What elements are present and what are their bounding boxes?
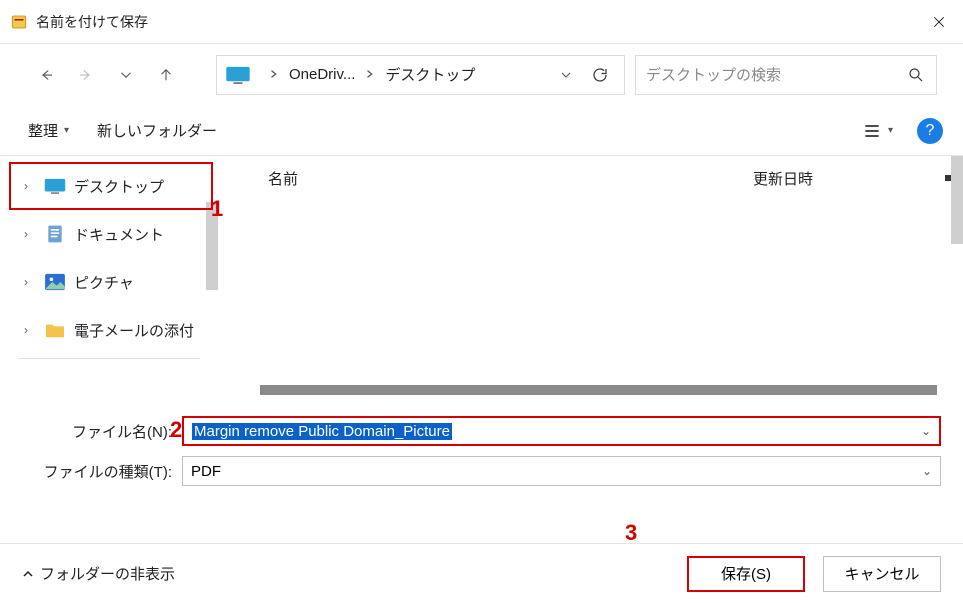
- chevron-right-icon: [365, 68, 375, 82]
- tree-label: デスクトップ: [74, 176, 164, 197]
- nav-row: OneDriv... デスクトップ デスクトップの検索: [0, 44, 963, 106]
- hide-folders-toggle[interactable]: フォルダーの非表示: [22, 563, 175, 584]
- hide-folders-label: フォルダーの非表示: [40, 563, 175, 584]
- crumb-desktop[interactable]: デスクトップ: [385, 64, 475, 85]
- folder-icon: [44, 320, 66, 340]
- crumb-onedrive[interactable]: OneDriv...: [289, 66, 355, 83]
- tree-item-email-attachments[interactable]: › 電子メールの添付: [0, 306, 218, 354]
- app-icon: [10, 13, 28, 31]
- tree-item-pictures[interactable]: › ピクチャ: [0, 258, 218, 306]
- help-button[interactable]: ?: [917, 118, 943, 144]
- save-label: 保存(S): [721, 563, 771, 584]
- close-button[interactable]: [915, 0, 963, 44]
- monitor-icon: [44, 176, 66, 196]
- filename-value: Margin remove Public Domain_Picture: [192, 423, 452, 440]
- refresh-button[interactable]: [586, 66, 614, 84]
- annotation-number-3: 3: [625, 520, 637, 546]
- chevron-right-icon: ›: [24, 179, 36, 193]
- filename-input[interactable]: Margin remove Public Domain_Picture ⌄: [182, 416, 941, 446]
- tree-item-desktop[interactable]: › デスクトップ: [0, 162, 218, 210]
- save-button[interactable]: 保存(S): [687, 556, 805, 592]
- folder-tree: › デスクトップ › ドキュメント › ピクチャ › 電子メールの添付: [0, 156, 218, 403]
- forward-button[interactable]: [66, 55, 106, 95]
- column-date[interactable]: 更新日時: [753, 168, 933, 189]
- chevron-down-icon: ▾: [64, 125, 69, 136]
- bottom-bar: フォルダーの非表示 保存(S) キャンセル: [0, 543, 963, 603]
- filename-label: ファイル名(N):: [22, 421, 182, 442]
- chevron-right-icon: ›: [24, 323, 36, 337]
- view-menu[interactable]: ▾: [862, 121, 893, 141]
- tree-label: 電子メールの添付: [74, 320, 194, 341]
- list-view-icon: [862, 121, 882, 141]
- chevron-down-icon[interactable]: ⌄: [921, 424, 931, 438]
- search-placeholder: デスクトップの検索: [646, 64, 906, 85]
- new-folder-button[interactable]: 新しいフォルダー: [97, 120, 217, 141]
- chevron-down-icon: ▾: [888, 125, 893, 136]
- picture-icon: [44, 272, 66, 292]
- column-headers: 名前 更新日時: [218, 156, 963, 200]
- tree-label: ピクチャ: [74, 272, 134, 293]
- toolbar: 整理 ▾ 新しいフォルダー ▾ ?: [0, 106, 963, 156]
- back-button[interactable]: [26, 55, 66, 95]
- new-folder-label: 新しいフォルダー: [97, 120, 217, 141]
- document-icon: [44, 224, 66, 244]
- column-name[interactable]: 名前: [268, 168, 753, 189]
- monitor-icon: [225, 65, 251, 85]
- breadcrumb-dropdown[interactable]: [552, 67, 580, 83]
- filetype-value: PDF: [191, 463, 221, 480]
- window-title: 名前を付けて保存: [36, 12, 148, 32]
- organize-label: 整理: [28, 120, 58, 141]
- save-fields: ファイル名(N): Margin remove Public Domain_Pi…: [0, 403, 963, 491]
- cancel-label: キャンセル: [844, 563, 919, 584]
- tree-label: ドキュメント: [74, 224, 164, 245]
- main-area: › デスクトップ › ドキュメント › ピクチャ › 電子メールの添付 名前 更…: [0, 156, 963, 403]
- chevron-down-icon[interactable]: ⌄: [922, 464, 932, 478]
- up-button[interactable]: [146, 55, 186, 95]
- tree-item-documents[interactable]: › ドキュメント: [0, 210, 218, 258]
- recent-dropdown[interactable]: [106, 55, 146, 95]
- cancel-button[interactable]: キャンセル: [823, 556, 941, 592]
- horizontal-scrollbar[interactable]: [260, 385, 937, 395]
- divider: [18, 358, 200, 359]
- organize-menu[interactable]: 整理 ▾: [28, 120, 69, 141]
- file-list: 名前 更新日時: [218, 156, 963, 403]
- chevron-right-icon: ›: [24, 227, 36, 241]
- filetype-label: ファイルの種類(T):: [22, 461, 182, 482]
- filetype-select[interactable]: PDF ⌄: [182, 456, 941, 486]
- search-input[interactable]: デスクトップの検索: [635, 55, 937, 95]
- titlebar: 名前を付けて保存: [0, 0, 963, 44]
- breadcrumb[interactable]: OneDriv... デスクトップ: [216, 55, 625, 95]
- vertical-scrollbar[interactable]: [951, 156, 963, 403]
- chevron-right-icon: ›: [24, 275, 36, 289]
- chevron-right-icon: [269, 68, 279, 82]
- annotation-number-2: 2: [170, 417, 182, 443]
- chevron-up-icon: [22, 568, 34, 580]
- search-icon: [906, 66, 926, 84]
- annotation-number-1: 1: [211, 196, 223, 222]
